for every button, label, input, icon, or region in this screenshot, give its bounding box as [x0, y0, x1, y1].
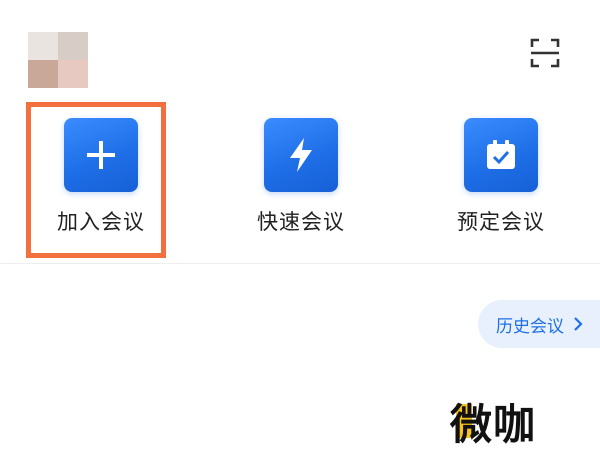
scan-icon	[530, 38, 560, 68]
quick-meeting-button[interactable]: 快速会议	[226, 118, 376, 248]
schedule-meeting-tile	[464, 118, 538, 192]
watermark-text: 微咖	[450, 399, 537, 449]
quick-meeting-tile	[264, 118, 338, 192]
user-avatar[interactable]	[28, 32, 88, 88]
section-divider	[0, 263, 600, 264]
history-meetings-label: 历史会议	[496, 316, 564, 337]
history-meetings-button[interactable]: 历史会议	[478, 300, 600, 348]
watermark: 微咖	[450, 396, 536, 449]
avatar-pixel	[58, 60, 88, 88]
calendar-check-icon	[487, 140, 515, 169]
chevron-right-icon	[572, 316, 584, 332]
avatar-pixel	[58, 32, 88, 60]
lightning-icon	[290, 138, 312, 172]
scan-button[interactable]	[526, 34, 564, 72]
avatar-pixel	[28, 32, 58, 60]
avatar-pixel	[28, 60, 58, 88]
quick-meeting-label: 快速会议	[257, 210, 345, 234]
schedule-meeting-label: 预定会议	[457, 210, 545, 234]
highlight-box	[26, 102, 166, 258]
schedule-meeting-button[interactable]: 预定会议	[426, 118, 576, 248]
